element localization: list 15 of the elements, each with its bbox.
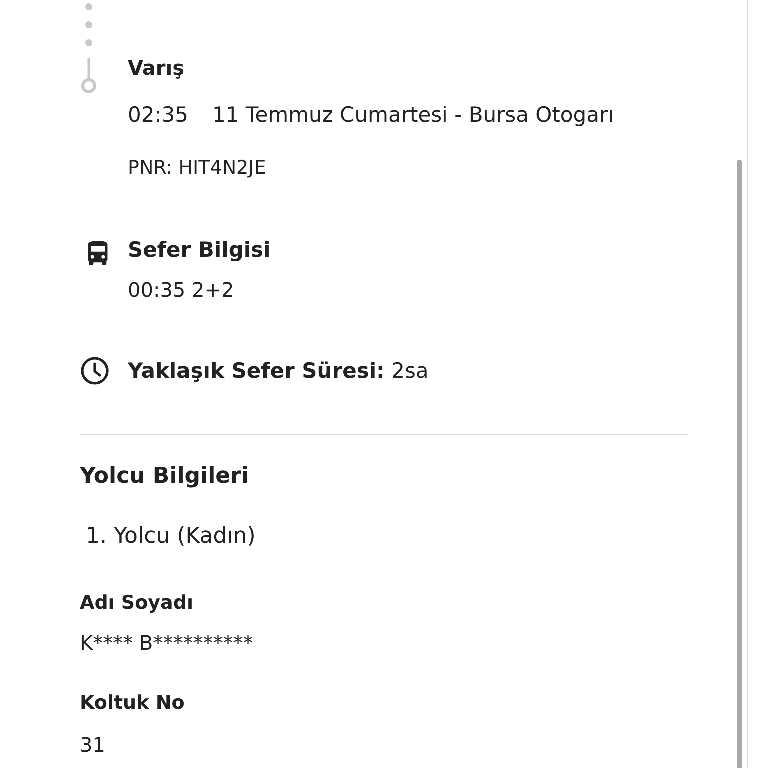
trip-info-title: Sefer Bilgisi xyxy=(128,237,271,264)
arrival-title: Varış xyxy=(128,55,186,82)
section-title: Yolcu Bilgileri xyxy=(80,463,250,491)
field-label: Koltuk No xyxy=(80,691,186,716)
passenger-heading: 1. Yolcu (Kadın) xyxy=(86,523,257,551)
trip-info-value: 00:35 2+2 xyxy=(128,277,236,304)
arrival-detail: 11 Temmuz Cumartesi - Bursa Otogarı xyxy=(212,102,614,129)
arrival-time: 02:35 xyxy=(128,102,189,129)
scrollbar-thumb[interactable] xyxy=(737,160,742,768)
pnr-code: PNR: HIT4N2JE xyxy=(128,156,268,181)
field-label: Adı Soyadı xyxy=(80,591,194,616)
clock-icon xyxy=(80,356,110,386)
field-value: 31 xyxy=(80,732,106,759)
field-value: K**** B********** xyxy=(80,630,254,657)
trip-duration: Yaklaşık Sefer Süresi: 2sa xyxy=(128,358,429,385)
